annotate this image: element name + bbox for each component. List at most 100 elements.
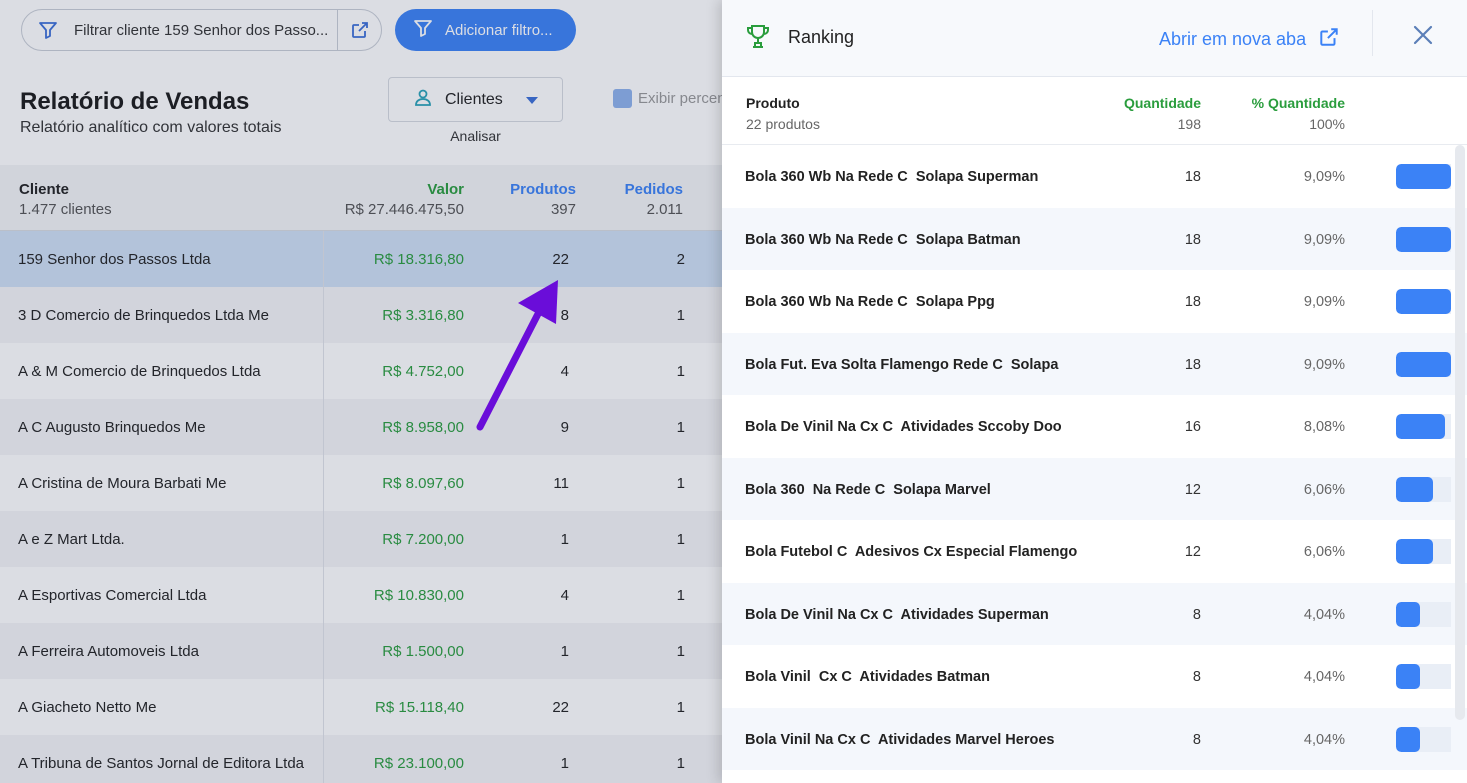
table-row[interactable]: A C Augusto Brinquedos Me R$ 8.958,00 9 1: [0, 399, 722, 455]
client-table-body: 159 Senhor dos Passos Ltda R$ 18.316,80 22…: [0, 231, 722, 783]
product-name: Bola 360 Wb Na Rede C Solapa Batman: [745, 231, 1021, 248]
client-produtos[interactable]: 22: [552, 699, 569, 716]
client-produtos[interactable]: 1: [561, 531, 569, 548]
client-valor: R$ 3.316,80: [382, 307, 464, 324]
ranking-row[interactable]: Bola Vinil Cx C Atividades Batman 8 4,04%: [722, 645, 1467, 708]
client-valor: R$ 7.200,00: [382, 531, 464, 548]
dimension-select[interactable]: Clientes: [388, 77, 563, 122]
product-quantity: 8: [1192, 731, 1201, 748]
ranking-row[interactable]: Bola Fut. Eva Solta Flamengo Rede C Sola…: [722, 332, 1467, 395]
close-icon[interactable]: [1412, 24, 1434, 51]
share-bar-track: [1396, 164, 1451, 189]
ranking-row[interactable]: Bola De Vinil Na Cx C Atividades Superma…: [722, 582, 1467, 645]
header-produtos[interactable]: Produtos 397: [510, 181, 576, 218]
table-row[interactable]: A & M Comercio de Brinquedos Ltda R$ 4.75…: [0, 343, 722, 399]
header-pct-quantidade[interactable]: % Quantidade 100%: [1252, 95, 1345, 132]
add-filter-button[interactable]: Adicionar filtro...: [395, 9, 576, 51]
share-bar-track: [1396, 539, 1451, 564]
client-pedidos[interactable]: 1: [677, 643, 685, 660]
client-produtos[interactable]: 8: [561, 307, 569, 324]
client-produtos[interactable]: 4: [561, 363, 569, 380]
scrollbar[interactable]: [1455, 145, 1465, 720]
product-name: Bola 360 Wb Na Rede C Solapa Ppg: [745, 294, 995, 310]
product-percent: 4,04%: [1303, 669, 1345, 685]
client-filter-text: Filtrar cliente 159 Senhor dos Passo...: [74, 21, 329, 39]
product-name: Bola 360 Na Rede C Solapa Marvel: [745, 481, 991, 498]
add-filter-label: Adicionar filtro...: [445, 21, 553, 39]
share-bar-fill: [1396, 226, 1451, 252]
ranking-table-body: Bola 360 Wb Na Rede C Solapa Superman 18 9…: [722, 145, 1467, 770]
client-pedidos[interactable]: 1: [677, 531, 685, 548]
client-produtos[interactable]: 1: [561, 643, 569, 660]
user-icon: [413, 87, 433, 112]
client-produtos[interactable]: 4: [561, 587, 569, 604]
client-valor: R$ 18.316,80: [373, 251, 464, 268]
product-percent: 9,09%: [1303, 169, 1345, 185]
client-name: A C Augusto Brinquedos Me: [18, 419, 206, 436]
ranking-row[interactable]: Bola 360 Wb Na Rede C Solapa Ppg 18 9,09%: [722, 270, 1467, 333]
ranking-row[interactable]: Bola 360 Na Rede C Solapa Marvel 12 6,06%: [722, 457, 1467, 520]
share-bar-fill: [1396, 726, 1421, 752]
table-row[interactable]: 159 Senhor dos Passos Ltda R$ 18.316,80 22…: [0, 231, 722, 287]
table-row[interactable]: A Ferreira Automoveis Ltda R$ 1.500,00 1 1: [0, 623, 722, 679]
ranking-row[interactable]: Bola 360 Wb Na Rede C Solapa Superman 18 9…: [722, 145, 1467, 208]
table-row[interactable]: A Cristina de Moura Barbati Me R$ 8.097,6…: [0, 455, 722, 511]
share-bar-fill: [1396, 414, 1445, 439]
open-new-tab-link[interactable]: Abrir em nova aba: [1159, 26, 1340, 53]
client-produtos[interactable]: 22: [552, 251, 569, 268]
checkbox-box[interactable]: [613, 89, 632, 108]
share-bar-track: [1396, 664, 1451, 689]
product-percent: 4,04%: [1303, 606, 1345, 623]
client-pedidos[interactable]: 1: [677, 363, 685, 380]
filter-icon: [413, 18, 433, 42]
header-client[interactable]: Cliente 1.477 clientes: [19, 181, 112, 218]
header-pedidos[interactable]: Pedidos 2.011: [625, 181, 683, 218]
percent-checkbox[interactable]: Exibir percen: [613, 89, 722, 108]
table-row[interactable]: 3 D Comercio de Brinquedos Ltda Me R$ 3.3…: [0, 287, 722, 343]
table-row[interactable]: A Giacheto Netto Me R$ 15.118,40 22 1: [0, 679, 722, 735]
table-row[interactable]: A e Z Mart Ltda. R$ 7.200,00 1 1: [0, 511, 722, 567]
product-quantity: 18: [1184, 294, 1201, 310]
ranking-table-header: Produto 22 produtos Quantidade 198 % Qua…: [722, 77, 1467, 145]
client-produtos[interactable]: 11: [553, 475, 569, 492]
client-name: A & M Comercio de Brinquedos Ltda: [18, 363, 261, 380]
client-pedidos[interactable]: 1: [677, 587, 685, 604]
share-bar-fill: [1396, 476, 1433, 502]
product-name: Bola Futebol C Adesivos Cx Especial Flam…: [745, 544, 1078, 560]
page-subtitle: Relatório analítico com valores totais: [20, 119, 282, 136]
client-pedidos[interactable]: 1: [677, 307, 685, 324]
client-pedidos[interactable]: 1: [677, 475, 685, 492]
header-produto[interactable]: Produto 22 produtos: [746, 95, 820, 132]
client-name: A e Z Mart Ltda.: [18, 531, 125, 548]
share-bar-track: [1396, 726, 1451, 752]
share-bar-fill: [1396, 289, 1451, 314]
product-percent: 6,06%: [1303, 544, 1345, 560]
column-divider: [323, 231, 324, 783]
product-quantity: 18: [1184, 169, 1201, 185]
ranking-row[interactable]: Bola 360 Wb Na Rede C Solapa Batman 18 9,0…: [722, 207, 1467, 270]
product-quantity: 12: [1184, 481, 1201, 498]
table-row[interactable]: A Tribuna de Santos Jornal de Editora Lt…: [0, 735, 722, 783]
filter-icon: [22, 20, 74, 40]
header-quantidade[interactable]: Quantidade 198: [1124, 95, 1201, 132]
client-filter-pill[interactable]: Filtrar cliente 159 Senhor dos Passo...: [21, 9, 382, 51]
external-link-icon: [1318, 26, 1340, 53]
product-name: Bola De Vinil Na Cx C Atividades Sccoby …: [745, 419, 1062, 435]
ranking-row[interactable]: Bola Futebol C Adesivos Cx Especial Flam…: [722, 520, 1467, 583]
client-pedidos[interactable]: 1: [677, 419, 685, 436]
client-produtos[interactable]: 9: [561, 419, 569, 436]
header-valor[interactable]: Valor R$ 27.446.475,50: [345, 181, 464, 218]
ranking-row[interactable]: Bola Vinil Na Cx C Atividades Marvel Her…: [722, 707, 1467, 770]
share-bar-fill: [1396, 539, 1433, 564]
percent-checkbox-label: Exibir percen: [638, 90, 722, 107]
client-pedidos[interactable]: 1: [677, 699, 685, 716]
ranking-row[interactable]: Bola De Vinil Na Cx C Atividades Sccoby …: [722, 395, 1467, 458]
table-row[interactable]: A Esportivas Comercial Ltda R$ 10.830,00 4…: [0, 567, 722, 623]
external-link-icon[interactable]: [337, 10, 381, 50]
product-name: Bola Vinil Na Cx C Atividades Marvel Her…: [745, 731, 1055, 748]
client-pedidos[interactable]: 1: [677, 755, 685, 772]
ranking-panel: Ranking Abrir em nova aba Produto 22 pro…: [722, 0, 1467, 783]
page-title: Relatório de Vendas: [20, 88, 250, 115]
client-pedidos[interactable]: 2: [677, 251, 685, 268]
client-produtos[interactable]: 1: [561, 755, 569, 772]
